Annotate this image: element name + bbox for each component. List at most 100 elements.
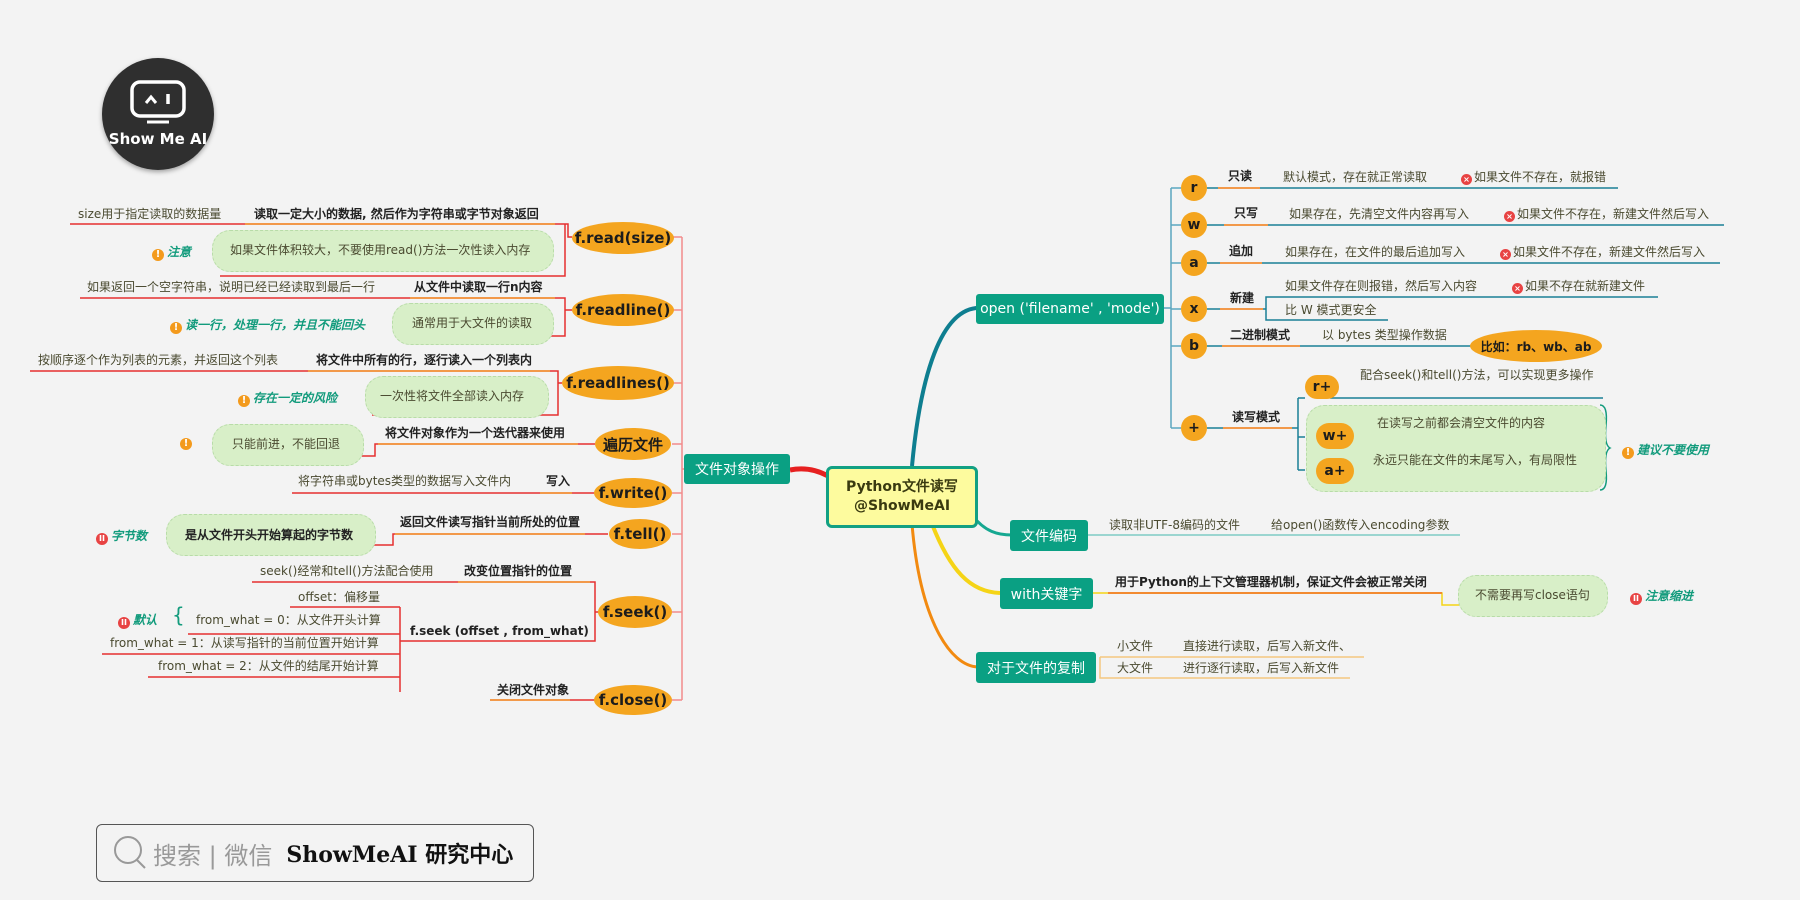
iterate-desc: 将文件对象作为一个迭代器来使用 [385, 426, 566, 440]
readlines-tip-label: ! 存在一定的风险 [238, 389, 337, 407]
mode-w[interactable]: w [1181, 212, 1207, 238]
pause-icon: II [118, 617, 130, 629]
branch-file-object-ops[interactable]: 文件对象操作 [684, 454, 790, 484]
seek-param-from1: from_what = 1：从读写指针的当前位置开始计算 [110, 636, 379, 650]
pause-icon: II [1630, 593, 1642, 605]
write-note: 将字符串或bytes类型的数据写入文件内 [298, 474, 512, 488]
mode-r-name: 只读 [1228, 169, 1253, 183]
error-icon: × [1461, 174, 1472, 185]
copy-large-method: 进行逐行读取，后写入新文件 [1183, 661, 1340, 675]
tell-tip: 是从文件开头开始算起的字节数 [185, 528, 354, 542]
warning-icon: ! [152, 249, 164, 261]
seek-param-from0: from_what = 0：从文件开头计算 [196, 613, 381, 627]
read-tip-label: ! 注意 [152, 243, 191, 261]
readline-note: 如果返回一个空字符串，说明已经已经读取到最后一行 [87, 280, 376, 294]
method-close[interactable]: f.close() [594, 685, 672, 715]
write-desc: 写入 [546, 474, 571, 488]
mode-w-plus-desc: 在读写之前都会清空文件的内容 [1377, 416, 1546, 430]
mode-w-error: × 如果文件不存在，新建文件然后写入 [1504, 206, 1709, 222]
logo-text: Show Me AI [108, 130, 208, 148]
mode-w-plus[interactable]: w+ [1316, 423, 1354, 449]
tell-desc: 返回文件读写指针当前所处的位置 [400, 515, 581, 529]
central-topic[interactable]: Python文件读写 @ShowMeAI [826, 466, 978, 528]
mode-x-name: 新建 [1230, 291, 1255, 305]
wechat-search-banner: 搜索 | 微信 ShowMeAI 研究中心 [96, 824, 534, 882]
mode-a[interactable]: a [1181, 250, 1207, 276]
encoding-solution: 给open()函数传入encoding参数 [1271, 518, 1450, 532]
method-seek[interactable]: f.seek() [598, 596, 672, 628]
mode-a-plus[interactable]: a+ [1316, 458, 1354, 484]
mode-x-extra: 比 W 模式更安全 [1285, 303, 1377, 317]
branch-encoding[interactable]: 文件编码 [1010, 520, 1088, 551]
readline-desc: 从文件中读取一行n内容 [414, 280, 543, 294]
readline-tip: 通常用于大文件的读取 [412, 316, 533, 330]
seek-note: seek()经常和tell()方法配合使用 [260, 564, 434, 578]
mode-plus[interactable]: + [1181, 415, 1207, 441]
mode-w-name: 只写 [1234, 206, 1259, 220]
mode-x-desc: 如果文件存在则报错，然后写入内容 [1285, 279, 1478, 293]
method-iterate[interactable]: 遍历文件 [595, 428, 671, 460]
method-tell[interactable]: f.tell() [609, 519, 671, 549]
robot-monitor-icon [130, 80, 186, 124]
readline-tip-label: ! 读一行，处理一行，并且不能回头 [170, 316, 365, 334]
central-title: Python文件读写 [846, 479, 958, 495]
readlines-note: 按顺序逐个作为列表的元素，并返回这个列表 [38, 353, 279, 367]
mode-w-desc: 如果存在，先清空文件内容再写入 [1289, 207, 1470, 221]
read-desc: 读取一定大小的数据, 然后作为字符串或字节对象返回 [254, 207, 539, 221]
with-tip-label: II 注意缩进 [1630, 587, 1693, 605]
mode-a-name: 追加 [1229, 244, 1254, 258]
pause-icon: II [96, 533, 108, 545]
showmeai-logo: Show Me AI [102, 58, 214, 170]
search-brand: ShowMeAI 研究中心 [286, 842, 514, 868]
mode-x-error: × 如果不存在就新建文件 [1512, 278, 1645, 294]
mode-a-plus-desc: 永远只能在文件的末尾写入，有局限性 [1373, 453, 1578, 467]
seek-signature: f.seek (offset , from_what) [410, 624, 589, 638]
method-read[interactable]: f.read(size) [572, 222, 674, 254]
error-icon: × [1504, 211, 1515, 222]
branch-copy[interactable]: 对于文件的复制 [976, 652, 1096, 683]
seek-tip-label: II 默认 [118, 611, 157, 629]
method-readlines[interactable]: f.readlines() [562, 366, 674, 400]
mode-r-desc: 默认模式，存在就正常读取 [1283, 170, 1428, 184]
error-icon: × [1500, 249, 1511, 260]
mode-x[interactable]: x [1181, 296, 1207, 322]
mode-r[interactable]: r [1181, 175, 1207, 201]
mode-r-plus-desc: 配合seek()和tell()方法，可以实现更多操作 [1360, 368, 1594, 382]
method-readline[interactable]: f.readline() [572, 294, 674, 326]
seek-desc: 改变位置指针的位置 [464, 564, 573, 578]
close-desc: 关闭文件对象 [497, 683, 570, 697]
copy-large-size: 大文件 [1117, 661, 1154, 675]
mode-b[interactable]: b [1181, 333, 1207, 359]
mode-r-plus[interactable]: r+ [1305, 375, 1339, 399]
brace-icon: { [172, 603, 185, 627]
copy-small-method: 直接进行读取，后写入新文件、 [1183, 639, 1352, 653]
readlines-desc: 将文件中所有的行，逐行读入一个列表内 [316, 353, 533, 367]
seek-param-offset: offset：偏移量 [298, 590, 380, 604]
readlines-tip: 一次性将文件全部读入内存 [380, 389, 525, 403]
error-icon: × [1512, 283, 1523, 294]
iterate-tip: 只能前进，不能回退 [232, 437, 341, 451]
mode-a-error: × 如果文件不存在，新建文件然后写入 [1500, 244, 1705, 260]
search-prefix: 搜索 | 微信 [153, 841, 273, 870]
mode-b-name: 二进制模式 [1230, 328, 1291, 342]
branch-open[interactable]: open ('filename' , 'mode') [976, 294, 1164, 324]
warning-icon: ! [1622, 447, 1634, 459]
mode-b-desc: 以 bytes 类型操作数据 [1322, 328, 1447, 342]
read-tip: 如果文件体积较大，不要使用read()方法一次性读入内存 [230, 243, 531, 257]
encoding-desc: 读取非UTF-8编码的文件 [1109, 518, 1240, 532]
mode-plus-name: 读写模式 [1232, 410, 1281, 424]
branch-with[interactable]: with关键字 [1000, 578, 1093, 609]
with-tip: 不需要再写close语句 [1475, 588, 1590, 602]
read-note: size用于指定读取的数据量 [78, 207, 222, 221]
mode-b-example: 比如：rb、wb、ab [1470, 330, 1602, 362]
warning-icon: ! [238, 395, 250, 407]
search-icon [114, 836, 146, 869]
with-desc: 用于Python的上下文管理器机制，保证文件会被正常关闭 [1115, 575, 1427, 589]
tell-tip-label: II 字节数 [96, 527, 147, 545]
seek-param-from2: from_what = 2：从文件的结尾开始计算 [158, 659, 379, 673]
method-write[interactable]: f.write() [594, 478, 672, 508]
copy-small-size: 小文件 [1117, 639, 1154, 653]
iterate-warning-icon: ! [180, 438, 192, 450]
mode-a-desc: 如果存在，在文件的最后追加写入 [1285, 245, 1466, 259]
plus-tip: ! 建议不要使用 [1622, 441, 1709, 459]
